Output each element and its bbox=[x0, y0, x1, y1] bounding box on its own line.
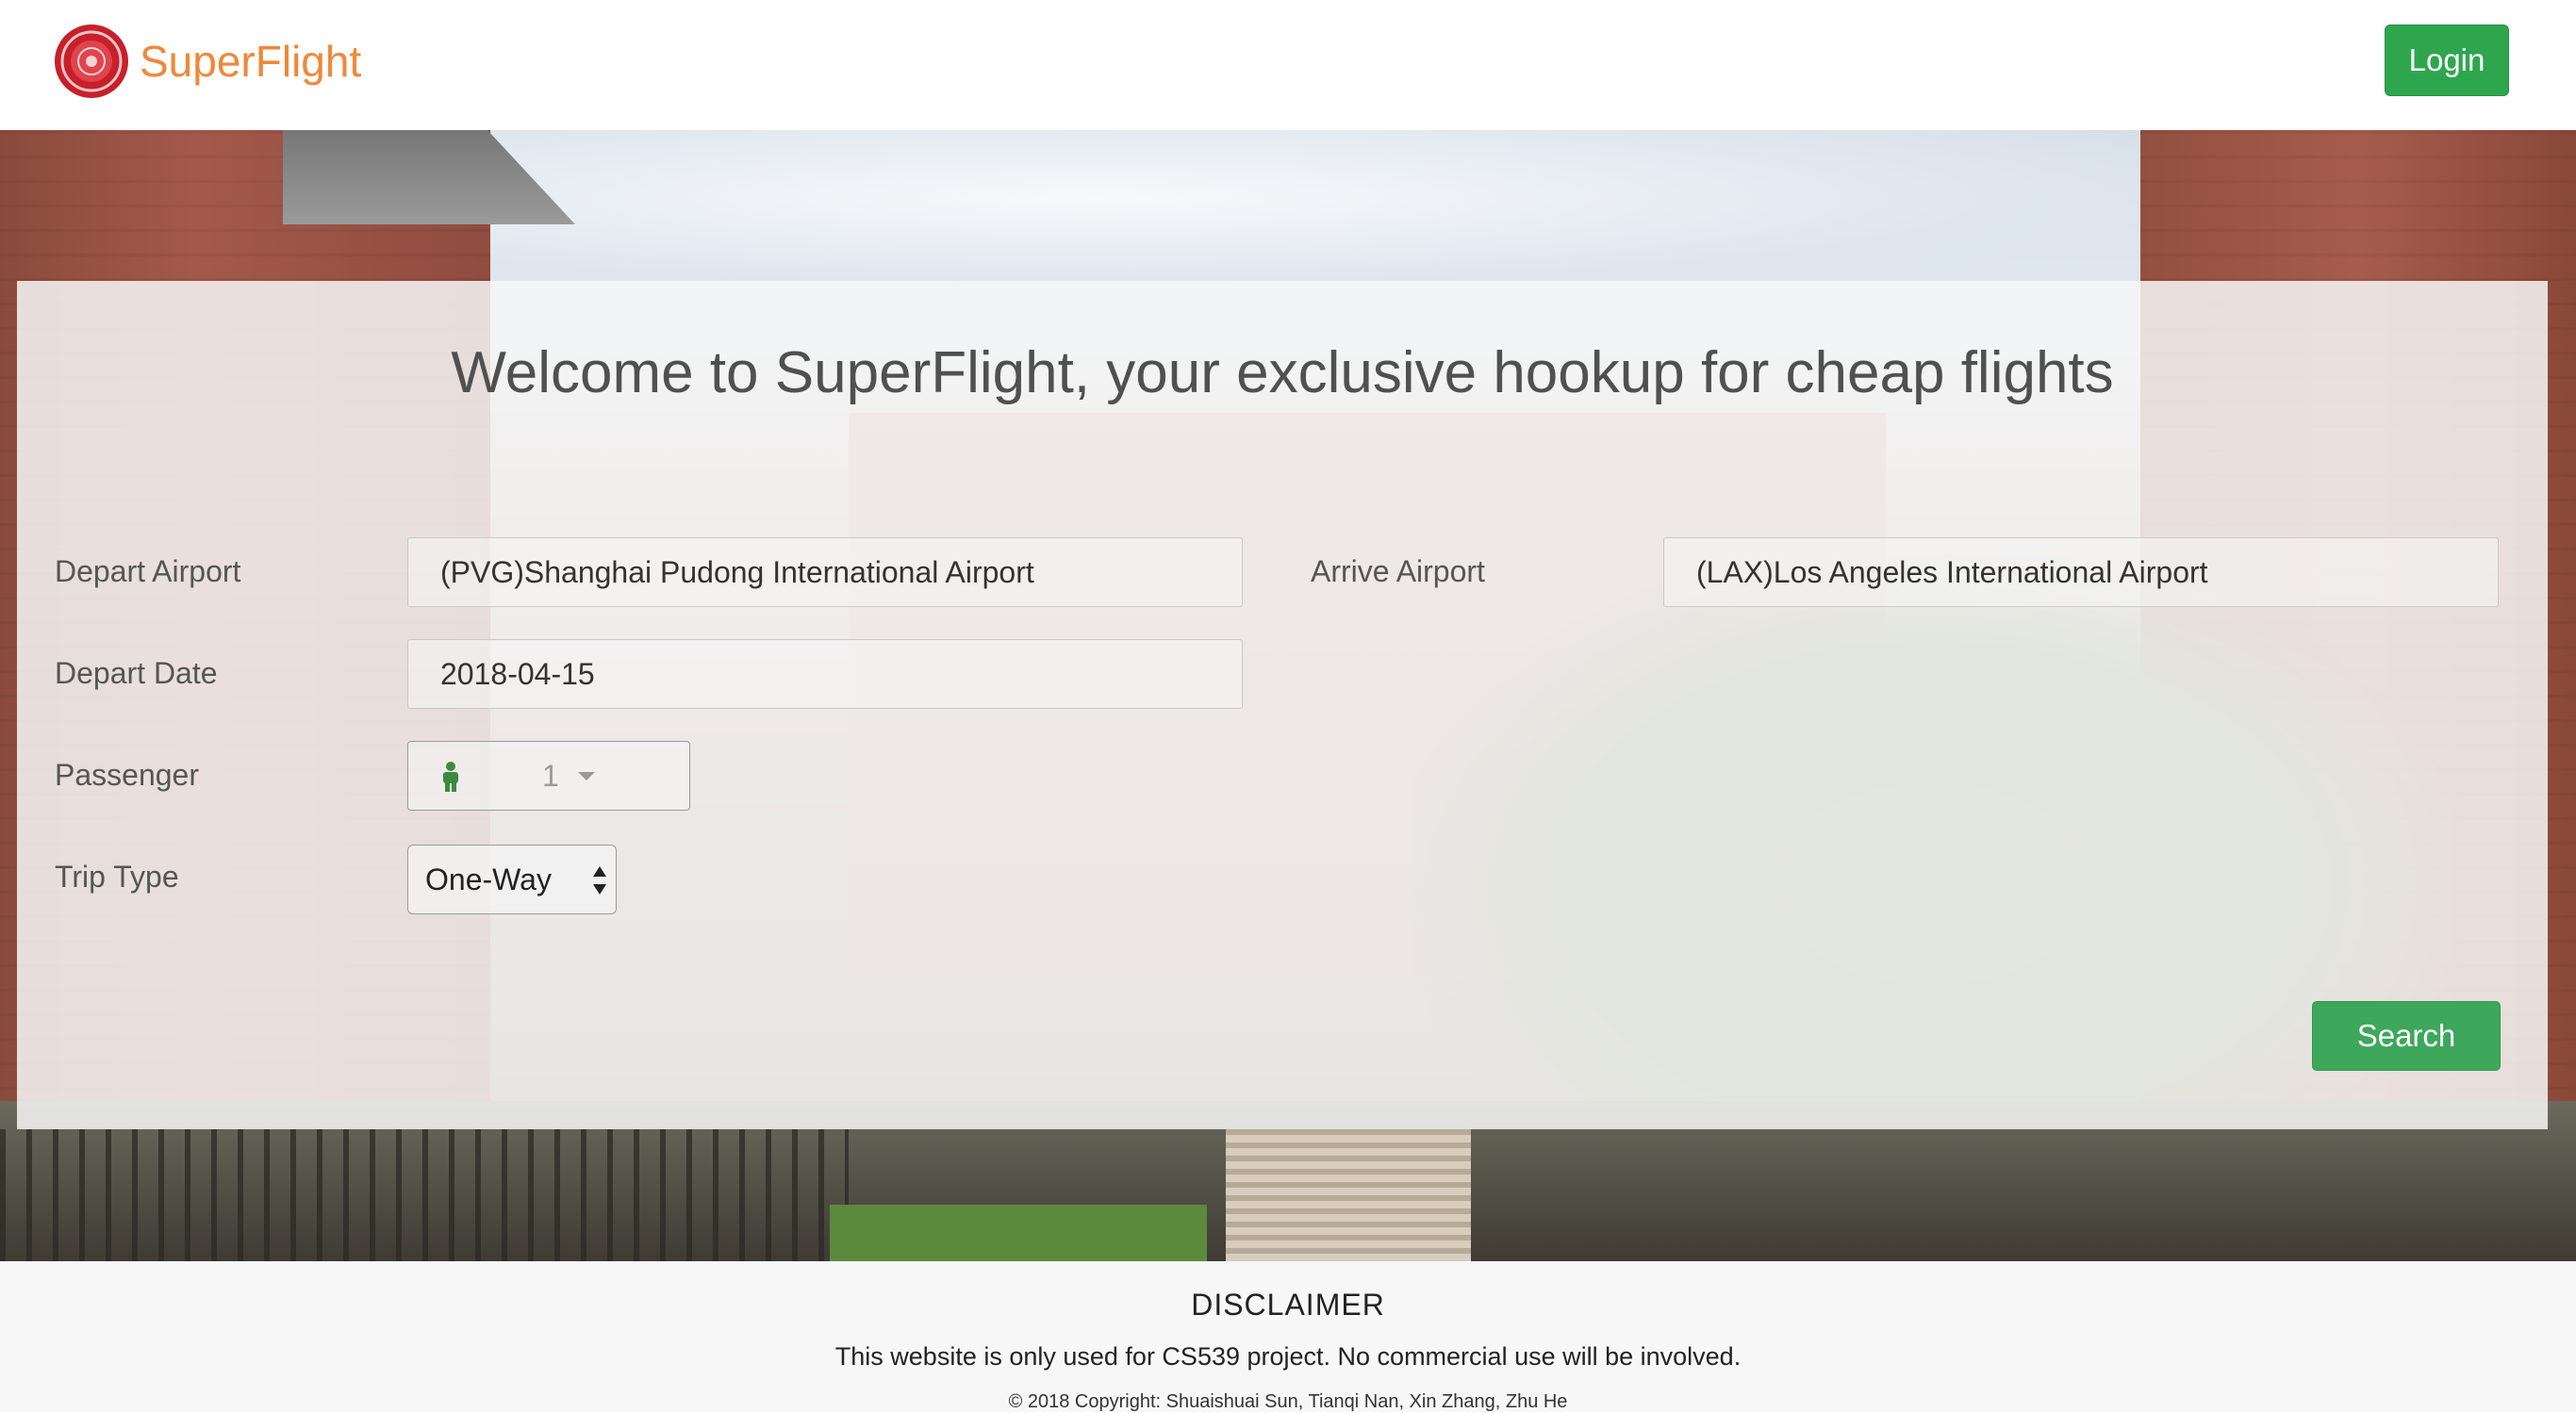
disclaimer-title: DISCLAIMER bbox=[1191, 1288, 1385, 1322]
chevron-down-icon bbox=[578, 772, 595, 780]
depart-date-label: Depart Date bbox=[55, 656, 218, 690]
depart-airport-input[interactable]: (PVG)Shanghai Pudong International Airpo… bbox=[407, 537, 1243, 607]
sky bbox=[377, 130, 2169, 300]
select-arrows-icon bbox=[593, 866, 606, 895]
university-seal-icon bbox=[55, 25, 128, 98]
search-button[interactable]: Search bbox=[2312, 1001, 2501, 1071]
person-icon bbox=[443, 762, 458, 792]
stairs bbox=[1226, 1129, 1471, 1261]
brand-name: SuperFlight bbox=[140, 37, 362, 86]
passenger-count: 1 bbox=[542, 759, 559, 793]
depart-airport-label: Depart Airport bbox=[55, 554, 241, 588]
trip-type-value: One-Way bbox=[425, 862, 552, 896]
welcome-heading: Welcome to SuperFlight, your exclusive h… bbox=[451, 340, 2114, 405]
trip-type-label: Trip Type bbox=[55, 860, 179, 894]
copyright-text: © 2018 Copyright: Shuaishuai Sun, Tianqi… bbox=[1008, 1391, 1568, 1412]
footer: DISCLAIMER This website is only used for… bbox=[0, 1261, 2576, 1412]
passenger-label: Passenger bbox=[55, 758, 199, 792]
top-navbar: SuperFlight Login bbox=[0, 0, 2576, 130]
railing bbox=[0, 1129, 849, 1261]
login-button[interactable]: Login bbox=[2385, 25, 2509, 96]
passenger-select[interactable]: 1 bbox=[407, 741, 690, 811]
disclaimer-text: This website is only used for CS539 proj… bbox=[834, 1342, 1742, 1371]
arrive-airport-input[interactable]: (LAX)Los Angeles International Airport bbox=[1663, 537, 2499, 607]
search-panel: Welcome to SuperFlight, your exclusive h… bbox=[17, 281, 2548, 1129]
grass bbox=[830, 1205, 1207, 1261]
trip-type-select[interactable]: One-Way bbox=[407, 845, 617, 914]
brand[interactable]: SuperFlight bbox=[53, 23, 361, 100]
arrive-airport-label: Arrive Airport bbox=[1311, 554, 1485, 588]
depart-date-input[interactable]: 2018-04-15 bbox=[407, 639, 1243, 709]
